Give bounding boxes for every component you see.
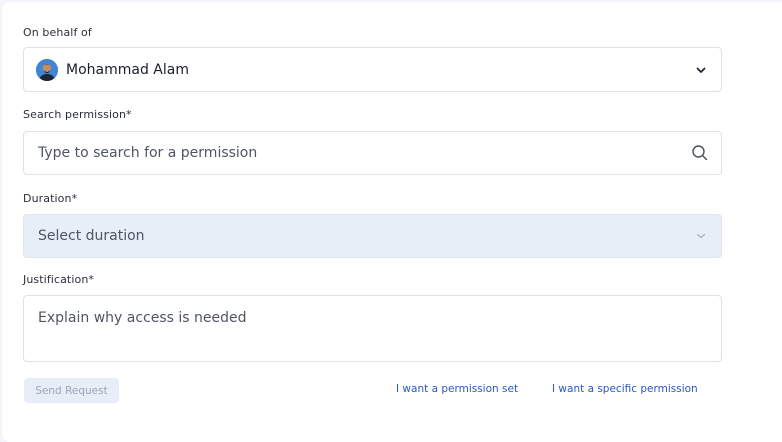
search-permission-input[interactable]: Type to search for a permission: [23, 131, 722, 175]
search-icon[interactable]: [691, 144, 709, 162]
request-access-form: On behalf of Mohammad Alam Search permis…: [2, 2, 782, 442]
chevron-down-icon[interactable]: [695, 230, 707, 242]
justification-placeholder: Explain why access is needed: [38, 310, 247, 326]
on-behalf-select[interactable]: Mohammad Alam: [23, 47, 722, 92]
search-permission-label: Search permission*: [23, 108, 132, 121]
duration-placeholder: Select duration: [38, 228, 145, 244]
permission-set-link[interactable]: I want a permission set: [396, 383, 518, 395]
on-behalf-label: On behalf of: [23, 26, 92, 39]
duration-select[interactable]: Select duration: [23, 214, 722, 258]
specific-permission-link[interactable]: I want a specific permission: [552, 383, 698, 395]
justification-textarea[interactable]: Explain why access is needed: [23, 295, 722, 362]
chevron-down-icon[interactable]: [695, 64, 707, 76]
user-avatar: [36, 58, 58, 81]
selected-user-name: Mohammad Alam: [66, 61, 189, 78]
duration-label: Duration*: [23, 192, 78, 205]
send-request-button[interactable]: Send Request: [24, 378, 119, 403]
justification-label: Justification*: [23, 273, 95, 286]
search-placeholder: Type to search for a permission: [38, 145, 258, 161]
